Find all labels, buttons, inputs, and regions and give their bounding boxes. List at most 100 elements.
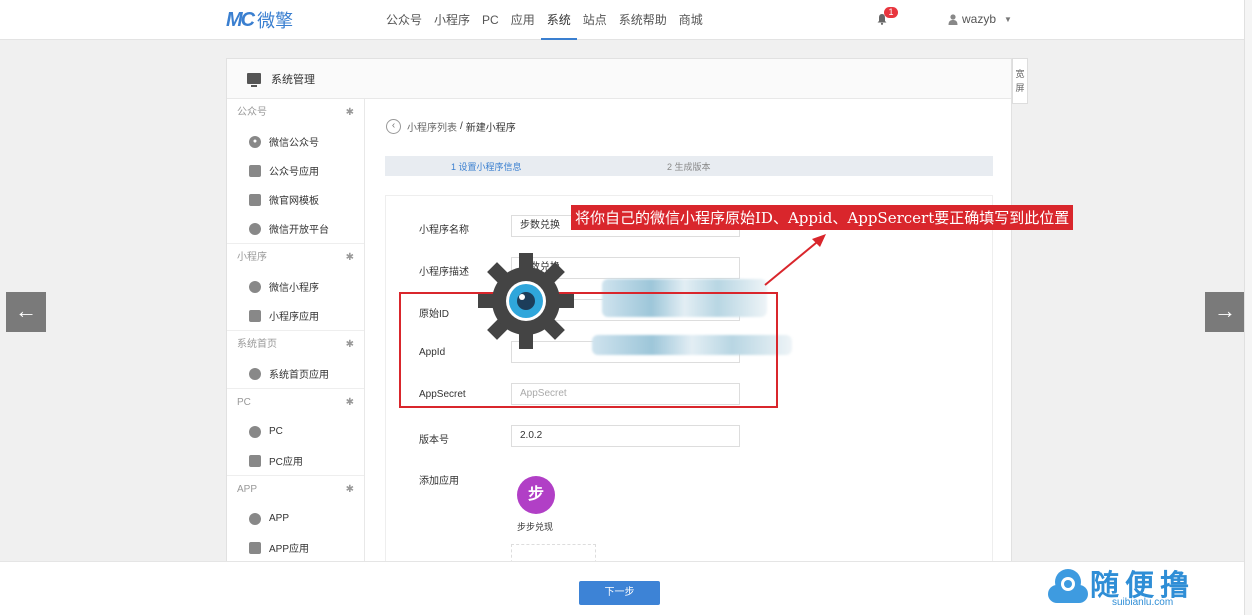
nav-item-pc[interactable]: PC [476,0,505,40]
wide-screen-toggle[interactable]: 宽屏 [1012,58,1028,104]
form-row-add-app: 添加应用 [386,466,994,490]
sidebar-item-site-templates[interactable]: 微官网模板 [227,185,364,214]
scrollbar[interactable] [1244,0,1252,615]
cloud-logo-icon [1048,569,1088,603]
watermark-url: suibianlu.com [1112,597,1174,608]
nav-item-shangcheng[interactable]: 商城 [673,0,709,40]
desc-label: 小程序描述 [419,267,469,278]
monitor-icon [247,73,261,87]
add-app-label: 添加应用 [419,476,459,487]
logo[interactable]: MC 微擎 [226,8,294,33]
step-indicator: 1 设置小程序信息 2 生成版本 [385,156,993,176]
step-2: 2 生成版本 [667,162,711,172]
breadcrumb-parent-link[interactable]: 小程序列表 [407,119,457,134]
sidebar-group-title: APP ✱ [227,476,364,504]
logo-mark: MC [226,8,255,31]
nav-item-gongzhonghao[interactable]: 公众号 [380,0,428,40]
prev-arrow-button[interactable]: ← [6,292,46,332]
gear-icon[interactable]: ✱ [346,331,354,359]
app-icon-bubu[interactable]: 步 [517,476,555,514]
breadcrumb: ‹ 小程序列表 / 新建小程序 [386,119,516,134]
sidebar-item-miniprogram-apps[interactable]: 小程序应用 [227,301,364,330]
sidebar-item-label: 微信公众号 [269,138,319,149]
user-menu[interactable]: wazyb ▼ [948,12,1012,26]
logo-name: 微擎 [257,11,294,32]
breadcrumb-separator: / [460,121,463,132]
pc-icon [249,425,261,438]
sidebar-item-home-apps[interactable]: 系统首页应用 [227,359,364,388]
group-title-text: 小程序 [237,252,267,263]
panel-title: 系统管理 [271,73,315,86]
user-icon [948,13,958,25]
app-icon [249,454,261,467]
gear-icon[interactable]: ✱ [346,476,354,504]
step-1: 1 设置小程序信息 [451,162,522,172]
sidebar-item-pc-apps[interactable]: PC应用 [227,446,364,475]
sidebar-item-label: 微信小程序 [269,283,319,294]
form-row-version: 版本号 2.0.2 [386,425,994,449]
sidebar-item-label: PC [269,426,283,437]
annotation-arrow-icon [764,234,826,286]
next-arrow-button[interactable]: → [1205,292,1245,332]
nav-item-zhandian[interactable]: 站点 [577,0,613,40]
sidebar-item-label: 微信开放平台 [269,225,329,236]
nav-item-help[interactable]: 系统帮助 [613,0,673,40]
annotation-highlight-box [399,292,778,408]
next-step-button[interactable]: 下一步 [579,581,660,605]
sidebar-item-label: 小程序应用 [269,312,319,323]
gear-icon[interactable]: ✱ [346,99,354,127]
sidebar-group-home: 系统首页 ✱ 系统首页应用 [227,331,364,389]
sidebar-item-label: 微官网模板 [269,196,319,207]
sidebar-item-app-apps[interactable]: APP应用 [227,533,364,562]
back-icon[interactable]: ‹ [386,119,401,134]
name-label: 小程序名称 [419,225,469,236]
home-app-icon [249,367,261,380]
sidebar-item-account-apps[interactable]: 公众号应用 [227,156,364,185]
sidebar-item-wechat-account[interactable]: ● 微信公众号 [227,127,364,156]
sidebar-item-label: APP [269,513,290,524]
sidebar-group-pc: PC ✱ PC PC应用 [227,389,364,476]
sidebar-group-title: PC ✱ [227,389,364,417]
wechat-icon: ● [249,135,261,148]
nav-item-xiaochengxu[interactable]: 小程序 [428,0,476,40]
sidebar-group-miniprogram: 小程序 ✱ 微信小程序 小程序应用 [227,244,364,331]
gear-icon[interactable]: ✱ [346,244,354,272]
sidebar-group-app: APP ✱ APP APP应用 [227,476,364,562]
app-icon [249,164,261,177]
chevron-down-icon: ▼ [1004,14,1012,24]
app-icon [249,309,261,322]
sidebar-item-label: 公众号应用 [269,167,319,178]
version-input[interactable]: 2.0.2 [511,425,740,447]
group-title-text: 公众号 [237,107,267,118]
nav-item-yingyong[interactable]: 应用 [505,0,541,40]
sidebar-item-label: APP应用 [269,544,310,555]
mobile-icon [249,512,261,525]
sidebar-group-title: 公众号 ✱ [227,99,364,127]
nav-item-xitong[interactable]: 系统 [540,0,577,40]
sidebar-item-open-platform[interactable]: 微信开放平台 [227,214,364,243]
gear-icon[interactable]: ✱ [346,389,354,417]
group-title-text: PC [237,397,251,408]
breadcrumb-current: 新建小程序 [465,123,516,134]
annotation-text: 将你自己的微信小程序原始ID、Appid、AppSercert要正确填写到此位置 [571,205,1074,230]
app-icon [249,541,261,554]
sidebar-group-title: 系统首页 ✱ [227,331,364,359]
panel-header: 系统管理 [227,59,1011,99]
sidebar: 公众号 ✱ ● 微信公众号 公众号应用 微官网模板 微信开放平台 小程序 ✱ 微信… [227,99,365,579]
group-title-text: APP [237,484,258,495]
notification-badge: 1 [884,7,898,18]
miniprogram-icon [249,280,261,293]
username: wazyb [962,12,997,26]
sidebar-group-gongzhonghao: 公众号 ✱ ● 微信公众号 公众号应用 微官网模板 微信开放平台 [227,99,364,244]
version-label: 版本号 [419,435,449,446]
sidebar-group-title: 小程序 ✱ [227,244,364,272]
main-nav: 公众号 小程序 PC 应用 系统 站点 系统帮助 商城 [380,0,709,40]
platform-icon [249,222,261,235]
sidebar-item-pc[interactable]: PC [227,417,364,446]
template-icon [249,193,261,206]
sidebar-item-label: PC应用 [269,457,303,468]
sidebar-item-label: 系统首页应用 [269,370,329,381]
sidebar-item-wechat-miniprogram[interactable]: 微信小程序 [227,272,364,301]
app-name: 步步兑现 [517,522,554,532]
sidebar-item-app[interactable]: APP [227,504,364,533]
